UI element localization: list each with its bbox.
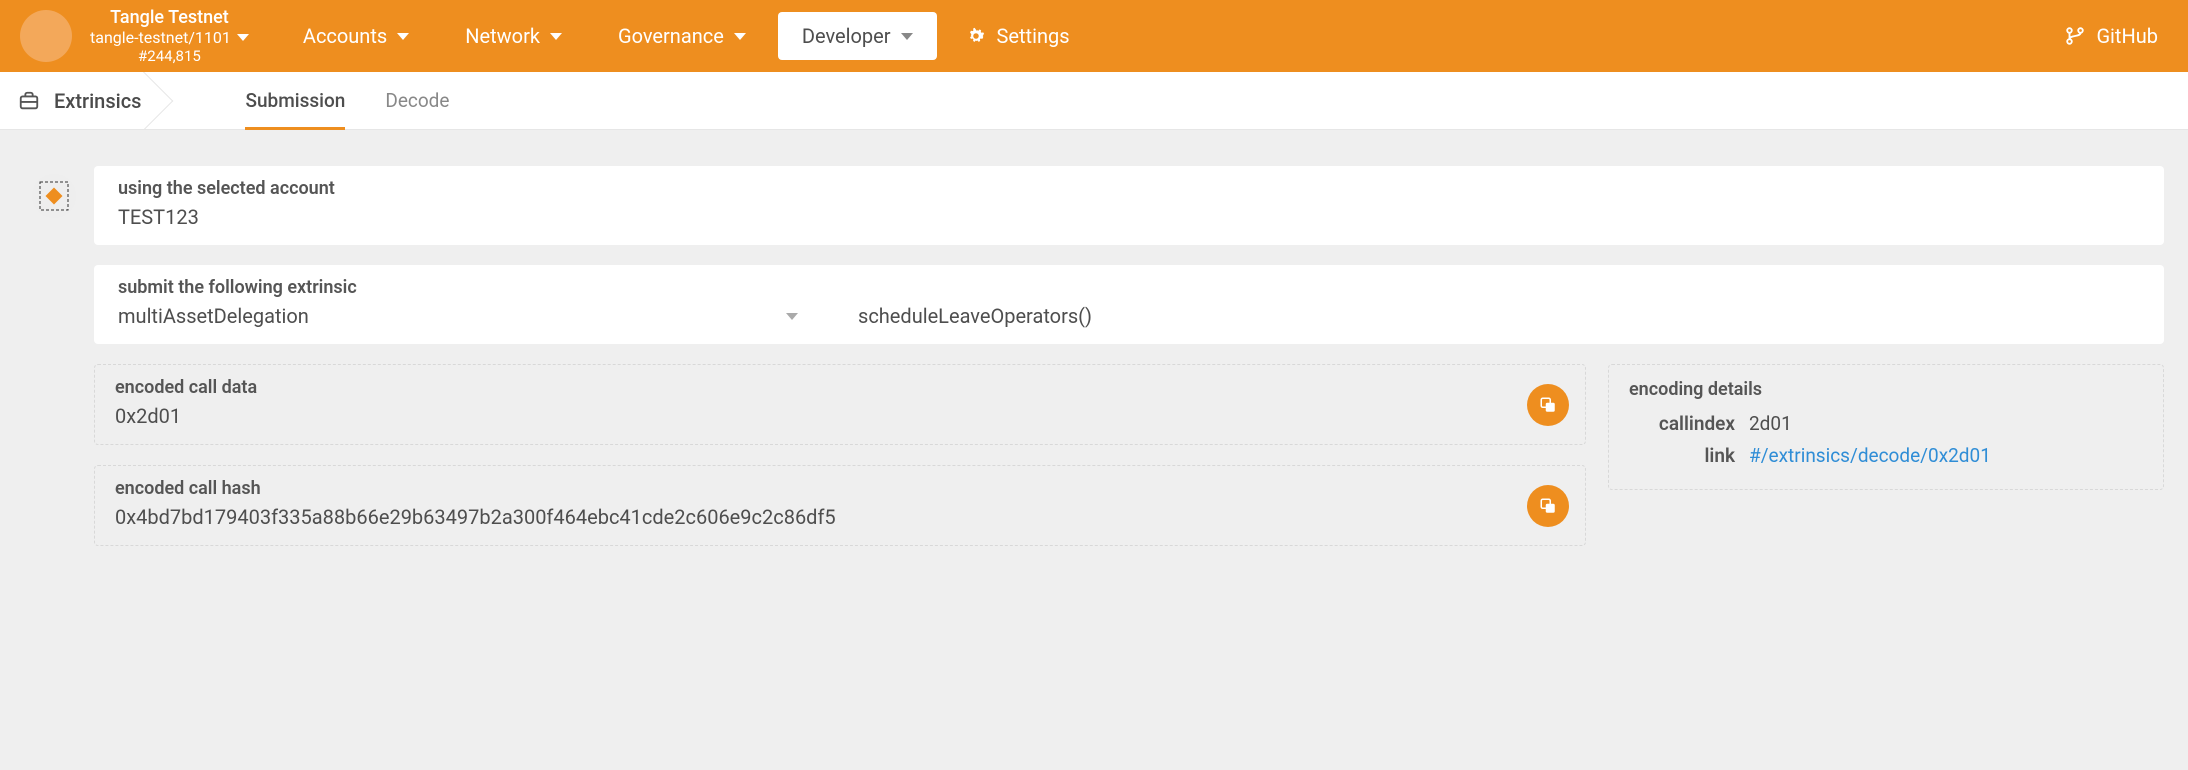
encoding-details-label: encoding details (1629, 379, 2143, 400)
link-key: link (1629, 440, 1735, 472)
account-identicon (32, 174, 76, 218)
extrinsic-card: submit the following extrinsic multiAsse… (94, 265, 2164, 344)
tab-decode-label: Decode (385, 89, 449, 112)
gear-icon (965, 25, 987, 47)
method-selector[interactable]: scheduleLeaveOperators() (858, 304, 1092, 328)
nav-accounts-label: Accounts (303, 24, 387, 48)
encoding-details-card: encoding details callindex 2d01 link #/e… (1608, 364, 2164, 490)
nav-github-label: GitHub (2096, 24, 2158, 48)
nav-settings-label: Settings (997, 24, 1070, 48)
breadcrumb-arrow (143, 72, 187, 129)
tabs: Submission Decode (245, 72, 449, 129)
encoded-call-hash-card: encoded call hash 0x4bd7bd179403f335a88b… (94, 465, 1586, 546)
account-row: using the selected account TEST123 (32, 166, 2164, 245)
nav-accounts[interactable]: Accounts (279, 12, 433, 60)
chevron-down-icon (734, 33, 746, 40)
pallet-value: multiAssetDelegation (118, 304, 309, 328)
sub-navbar: Extrinsics Submission Decode (0, 72, 2188, 130)
nav-github[interactable]: GitHub (2064, 24, 2168, 48)
method-value: scheduleLeaveOperators() (858, 304, 1092, 328)
encoding-row: encoded call data 0x2d01 encoded call ha… (94, 364, 2164, 546)
tab-decode[interactable]: Decode (385, 72, 449, 129)
tab-submission[interactable]: Submission (245, 72, 345, 129)
chevron-down-icon (550, 33, 562, 40)
copy-call-hash-button[interactable] (1527, 485, 1569, 527)
breadcrumb-label: Extrinsics (54, 89, 141, 113)
nav-network[interactable]: Network (441, 12, 586, 60)
brand-text[interactable]: Tangle Testnet tangle-testnet/1101 #244,… (90, 7, 249, 66)
main-nav: Accounts Network Governance Developer Se… (279, 12, 1090, 60)
encoded-call-data-label: encoded call data (115, 377, 1565, 398)
nav-developer-label: Developer (802, 24, 891, 48)
chevron-down-icon (397, 33, 409, 40)
block-number: #244,815 (138, 47, 201, 65)
encoded-call-hash-value: 0x4bd7bd179403f335a88b66e29b63497b2a300f… (115, 505, 1565, 529)
brand-sub: tangle-testnet/1101 (90, 28, 231, 47)
nav-network-label: Network (465, 24, 540, 48)
content-area: using the selected account TEST123 submi… (0, 130, 2188, 586)
nav-governance[interactable]: Governance (594, 12, 770, 60)
pallet-selector[interactable]: multiAssetDelegation (118, 304, 798, 328)
account-value: TEST123 (118, 205, 2140, 229)
nav-governance-label: Governance (618, 24, 724, 48)
briefcase-icon (18, 90, 40, 112)
chevron-down-icon (786, 313, 798, 320)
brand-logo (20, 10, 72, 62)
account-selector[interactable]: using the selected account TEST123 (94, 166, 2164, 245)
chevron-down-icon (901, 33, 913, 40)
account-label: using the selected account (118, 178, 2140, 199)
copy-icon (1539, 497, 1557, 515)
brand-name: Tangle Testnet (110, 7, 229, 29)
nav-developer[interactable]: Developer (778, 12, 937, 60)
decode-link[interactable]: #/extrinsics/decode/0x2d01 (1749, 440, 1991, 472)
encoded-call-data-card: encoded call data 0x2d01 (94, 364, 1586, 445)
top-navbar: Tangle Testnet tangle-testnet/1101 #244,… (0, 0, 2188, 72)
extrinsic-label: submit the following extrinsic (118, 277, 2140, 298)
encoded-call-data-value: 0x2d01 (115, 404, 1565, 428)
breadcrumb[interactable]: Extrinsics (18, 72, 165, 129)
copy-call-data-button[interactable] (1527, 384, 1569, 426)
nav-settings[interactable]: Settings (945, 12, 1090, 60)
branch-icon (2064, 25, 2086, 47)
callindex-value: 2d01 (1749, 408, 1792, 440)
encoded-call-hash-label: encoded call hash (115, 478, 1565, 499)
chevron-down-icon (237, 34, 249, 41)
copy-icon (1539, 396, 1557, 414)
callindex-key: callindex (1629, 408, 1735, 440)
tab-submission-label: Submission (245, 89, 345, 112)
